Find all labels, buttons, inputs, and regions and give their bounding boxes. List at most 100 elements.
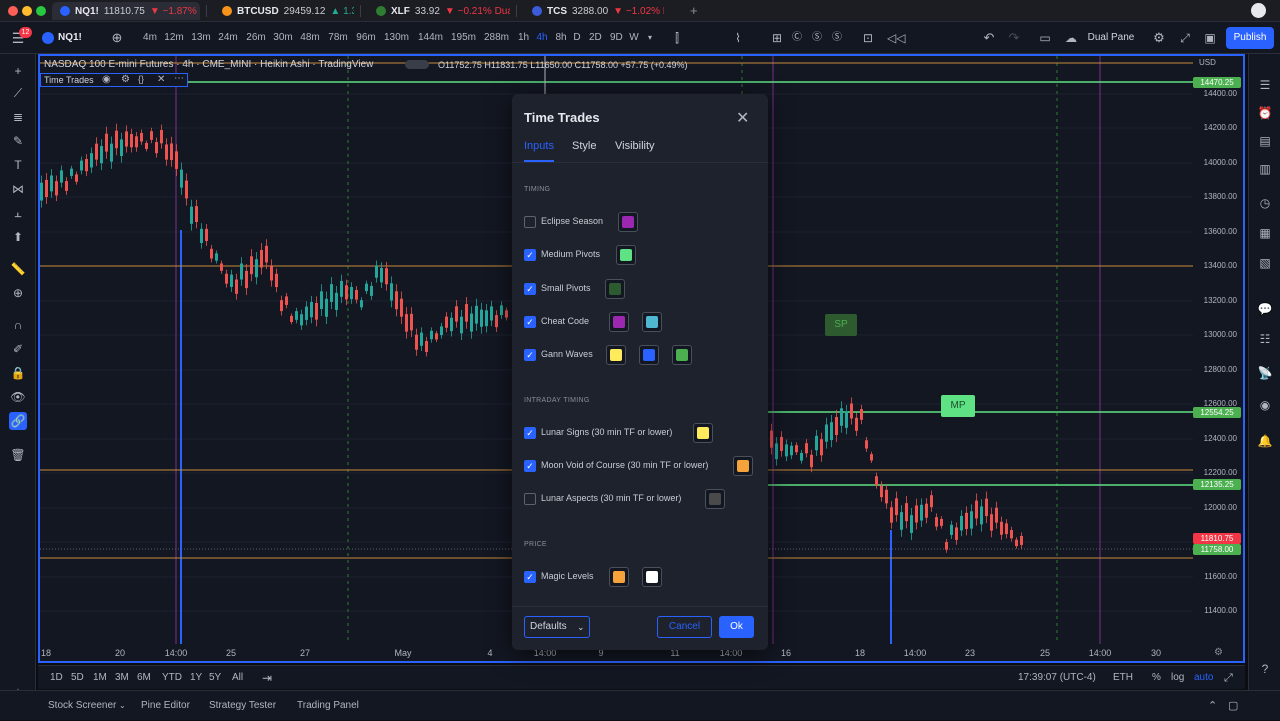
session-toggle[interactable]: ETH xyxy=(1113,666,1133,690)
collapse-icon[interactable]: ⌃ xyxy=(1208,691,1217,721)
interval-W[interactable]: W xyxy=(629,22,639,54)
remove-icon[interactable]: ✕ xyxy=(157,74,165,85)
camera-icon[interactable]: ▣ xyxy=(1203,22,1217,54)
checkbox[interactable]: ✓ xyxy=(524,283,536,295)
interval-4h[interactable]: 4h xyxy=(536,22,548,54)
undo-icon[interactable]: ↶ xyxy=(982,22,996,54)
tab-style[interactable]: Style xyxy=(572,140,596,152)
range-5d[interactable]: 5D xyxy=(71,666,84,690)
browser-tab[interactable]: XLF33.92▼ −0.21% Dual× xyxy=(368,2,510,20)
color-swatch[interactable] xyxy=(733,456,753,476)
maximize-window-icon[interactable] xyxy=(36,6,46,16)
goto-date-icon[interactable]: ⇥ xyxy=(262,666,272,690)
ruler-icon[interactable]: 📏 xyxy=(9,260,27,278)
compare-symbol-icon[interactable]: ⊕ xyxy=(110,22,124,54)
publish-button[interactable]: Publish xyxy=(1226,27,1274,49)
bar-style-icon[interactable]: ⫿ xyxy=(669,22,685,54)
bottom-tab-pine-editor[interactable]: Pine Editor xyxy=(141,691,190,721)
indicators-icon[interactable]: ⌇ xyxy=(730,22,746,54)
more-icon[interactable]: ⋯ xyxy=(174,73,184,84)
minimize-window-icon[interactable] xyxy=(22,6,32,16)
clock-readout[interactable]: 17:39:07 (UTC-4) xyxy=(1018,666,1096,690)
interval-195m[interactable]: 195m xyxy=(451,22,476,54)
color-swatch[interactable] xyxy=(693,423,713,443)
zoom-icon[interactable]: ⊕ xyxy=(9,284,27,302)
interval-dropdown-icon[interactable]: ▾ xyxy=(645,22,655,54)
trendline-icon[interactable]: ⟋ xyxy=(9,84,27,102)
interval-30m[interactable]: 30m xyxy=(273,22,293,54)
color-swatch[interactable] xyxy=(616,245,636,265)
checkbox[interactable]: ✓ xyxy=(524,316,536,328)
checkbox[interactable]: ✓ xyxy=(524,349,536,361)
text-icon[interactable]: T xyxy=(9,156,27,174)
gear-icon[interactable]: ⚙ xyxy=(1152,22,1166,54)
data-window-icon[interactable]: ▤ xyxy=(1256,132,1274,150)
color-swatch[interactable] xyxy=(639,345,659,365)
watchlist-icon[interactable]: ☰ xyxy=(1256,76,1274,94)
cloud-icon[interactable]: ☁ xyxy=(1064,22,1078,54)
checkbox[interactable]: ✓ xyxy=(524,571,536,583)
range-1y[interactable]: 1Y xyxy=(190,666,202,690)
close-window-icon[interactable] xyxy=(8,6,18,16)
browser-tab[interactable]: NQ1!11810.75▼ −1.87% × xyxy=(52,2,200,20)
interval-130m[interactable]: 130m xyxy=(384,22,409,54)
interval-8h[interactable]: 8h xyxy=(555,22,567,54)
ideas-icon[interactable]: ☷ xyxy=(1256,330,1274,348)
chat-icon[interactable]: 💬 xyxy=(1256,300,1274,318)
range-1d[interactable]: 1D xyxy=(50,666,63,690)
maximize-icon[interactable]: ▢ xyxy=(1228,691,1238,721)
browser-tab[interactable]: TCS3288.00▼ −1.02% De× xyxy=(524,2,664,20)
layout-icon[interactable]: ▭ xyxy=(1038,22,1052,54)
interval-9D[interactable]: 9D xyxy=(610,22,623,54)
magnet-icon[interactable]: ∩ xyxy=(9,316,27,334)
rewind-icon[interactable]: ◁◁ xyxy=(887,22,905,54)
settings-icon[interactable]: ⚙ xyxy=(121,74,130,85)
prediction-icon[interactable]: ⫠ xyxy=(9,204,27,222)
streams-icon[interactable]: 📡 xyxy=(1256,364,1274,382)
interval-4m[interactable]: 4m xyxy=(142,22,158,54)
interval-144m[interactable]: 144m xyxy=(418,22,443,54)
range-ytd[interactable]: YTD xyxy=(162,666,182,690)
fullscreen-icon[interactable]: ⤢ xyxy=(1178,22,1192,54)
interval-26m[interactable]: 26m xyxy=(246,22,266,54)
new-tab-button[interactable]: + xyxy=(690,3,698,18)
chart-settings-icon[interactable]: ⚙ xyxy=(1214,647,1223,658)
color-swatch[interactable] xyxy=(609,312,629,332)
bottom-tab-stock-screener[interactable]: Stock Screener xyxy=(48,691,116,721)
interval-1h[interactable]: 1h xyxy=(518,22,529,54)
auto-toggle[interactable]: auto xyxy=(1194,666,1213,690)
log-toggle[interactable]: log xyxy=(1171,666,1184,690)
range-5y[interactable]: 5Y xyxy=(209,666,221,690)
link-icon[interactable]: 🔗 xyxy=(9,412,27,430)
tab-inputs[interactable]: Inputs xyxy=(524,140,554,152)
alert-icon[interactable]: Ⓒ xyxy=(790,22,804,54)
source-code-icon[interactable]: {} xyxy=(138,74,144,84)
color-swatch[interactable] xyxy=(605,279,625,299)
interval-48m[interactable]: 48m xyxy=(300,22,320,54)
symbol-search-button[interactable]: NQ1! xyxy=(58,22,82,54)
maximize-panel-icon[interactable]: ⤢ xyxy=(1224,666,1233,690)
interval-78m[interactable]: 78m xyxy=(328,22,348,54)
brush-icon[interactable]: ✎ xyxy=(9,132,27,150)
checkbox[interactable] xyxy=(524,216,536,228)
cancel-button[interactable]: Cancel xyxy=(657,616,712,638)
close-icon[interactable]: ✕ xyxy=(736,108,749,128)
alarm-icon[interactable]: ⊡ xyxy=(861,22,875,54)
interval-D[interactable]: D xyxy=(573,22,581,54)
news-icon[interactable]: ▧ xyxy=(1256,254,1274,272)
crosshair-icon[interactable]: + xyxy=(9,62,27,80)
color-swatch[interactable] xyxy=(606,345,626,365)
bottom-tab-trading-panel[interactable]: Trading Panel xyxy=(297,691,359,721)
interval-12m[interactable]: 12m xyxy=(164,22,184,54)
settings-small-icon[interactable]: Ⓢ xyxy=(830,22,844,54)
chevron-down-icon[interactable]: ⌄ xyxy=(119,691,126,721)
checkbox[interactable]: ✓ xyxy=(524,427,536,439)
range-all[interactable]: All xyxy=(232,666,243,690)
tab-visibility[interactable]: Visibility xyxy=(615,140,655,152)
replay-icon[interactable]: Ⓢ xyxy=(810,22,824,54)
lock-icon[interactable]: 🔒 xyxy=(9,364,27,382)
indicator-legend-row[interactable]: Time Trades ◉ ⚙ {} ✕ ⋯ xyxy=(40,73,188,87)
defaults-dropdown[interactable]: Defaults ⌄ xyxy=(524,616,590,638)
interval-288m[interactable]: 288m xyxy=(484,22,509,54)
eye-icon[interactable]: ◉ xyxy=(102,74,111,85)
